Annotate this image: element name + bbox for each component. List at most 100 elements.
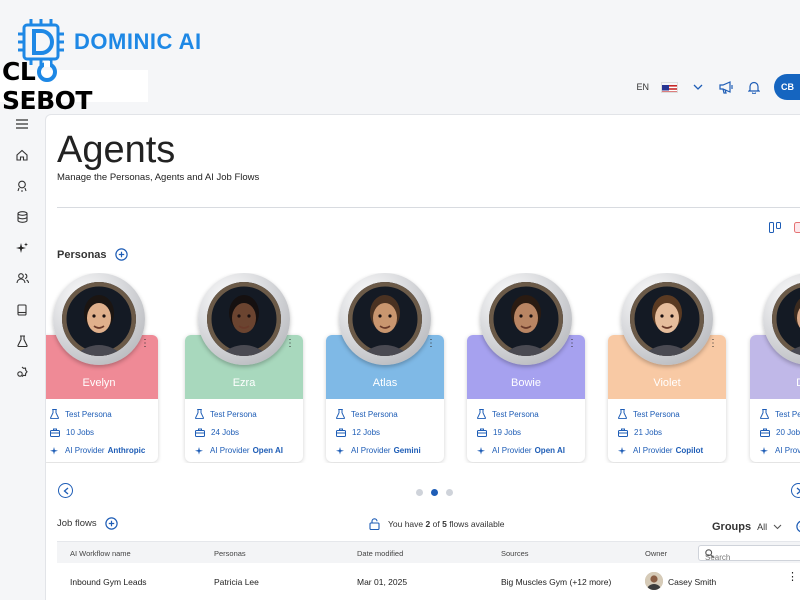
carousel-next-button[interactable]: [791, 483, 800, 498]
column-header[interactable]: AI Workflow name: [70, 549, 131, 558]
carousel-prev-button[interactable]: [58, 483, 73, 498]
carousel-dot-active[interactable]: [431, 489, 438, 496]
workflow-sources: Big Muscles Gym (+12 more): [501, 577, 612, 587]
sparkle-icon: [618, 446, 626, 455]
flask-icon[interactable]: [0, 325, 44, 356]
megaphone-icon[interactable]: [718, 79, 734, 95]
persona-carousel: Evelyn Test Persona 10 Jobs AI Provider …: [46, 273, 800, 463]
persona-name: Evelyn: [82, 377, 116, 389]
persona-avatar: [630, 282, 704, 356]
columns-view-icon[interactable]: [769, 222, 781, 233]
card-menu-icon[interactable]: ⋮: [285, 339, 295, 349]
flask-icon: [195, 409, 204, 419]
groups-select[interactable]: All: [757, 522, 767, 532]
language-code[interactable]: EN: [636, 82, 649, 92]
persona-avatar: [489, 282, 563, 356]
briefcase-icon: [760, 428, 770, 437]
persona-jobs: 10 Jobs: [66, 427, 95, 437]
personas-title: Personas: [57, 248, 107, 261]
persona-type-row: Test Persona: [185, 405, 303, 423]
column-header[interactable]: Personas: [214, 549, 246, 558]
persona-provider-row: AI Provider Gemini: [326, 441, 444, 459]
chevron-down-icon[interactable]: [690, 79, 706, 95]
persona-jobs-row: 24 Jobs: [185, 423, 303, 441]
user-avatar[interactable]: CB: [774, 74, 800, 100]
briefcase-icon: [618, 428, 628, 437]
column-header[interactable]: Sources: [501, 549, 529, 558]
persona-jobs: 21 Jobs: [634, 427, 663, 437]
persona-card[interactable]: Evelyn Test Persona 10 Jobs AI Provider …: [46, 273, 158, 463]
carousel-dot[interactable]: [446, 489, 453, 496]
persona-name: Ezra: [232, 377, 256, 389]
add-group-icon[interactable]: [796, 520, 800, 533]
persona-jobs-row: 20 Jobs: [750, 423, 800, 441]
briefcase-icon: [195, 428, 205, 437]
sparkle-icon: [195, 446, 203, 455]
robot-icon[interactable]: [0, 170, 44, 201]
jobflows-title: Job flows: [57, 518, 97, 529]
table-row[interactable]: Inbound Gym Leads Patricia Lee Mar 01, 2…: [57, 571, 800, 593]
persona-name: Violet: [653, 377, 681, 389]
column-header[interactable]: Date modified: [357, 549, 403, 558]
card-menu-icon[interactable]: ⋮: [567, 339, 577, 349]
persona-avatar: [207, 282, 281, 356]
sparkle-icon: [336, 446, 344, 455]
closebot-o-icon: [37, 61, 58, 82]
persona-name: Bowie: [511, 377, 541, 389]
lock-icon: [369, 518, 380, 530]
home-icon[interactable]: [0, 139, 44, 170]
page-title: Agents: [57, 129, 176, 171]
list-view-icon[interactable]: [794, 222, 800, 233]
sparkle-icon: [760, 446, 768, 455]
top-bar: EN CB: [636, 74, 800, 100]
persona-type: Test Persona: [65, 409, 112, 419]
bell-icon[interactable]: [746, 79, 762, 95]
persona-card[interactable]: Atlas Test Persona 12 Jobs AI Provider G…: [326, 273, 444, 463]
carousel-dot[interactable]: [416, 489, 423, 496]
page-subtitle: Manage the Personas, Agents and AI Job F…: [57, 172, 260, 183]
search-input[interactable]: Search: [698, 545, 800, 562]
provider-name: Gemini: [393, 445, 421, 455]
persona-provider-row: AI Provider: [750, 441, 800, 459]
persona-avatar-ring: [480, 273, 572, 365]
briefcase-icon: [477, 428, 487, 437]
badge-star-icon[interactable]: [0, 356, 44, 387]
card-menu-icon[interactable]: ⋮: [140, 339, 150, 349]
add-jobflow-icon[interactable]: [104, 517, 118, 530]
divider: [57, 207, 800, 208]
users-icon[interactable]: [0, 263, 44, 294]
card-menu-icon[interactable]: ⋮: [708, 339, 718, 349]
workflow-name[interactable]: Inbound Gym Leads: [70, 577, 147, 587]
menu-icon[interactable]: [0, 108, 44, 139]
closebot-logo: CLSEBOT: [0, 57, 148, 115]
personas-header: Personas: [57, 248, 128, 261]
persona-jobs: 12 Jobs: [352, 427, 381, 437]
persona-card[interactable]: Ezra Test Persona 24 Jobs AI Provider Op…: [185, 273, 303, 463]
persona-card[interactable]: Bowie Test Persona 19 Jobs AI Provider O…: [467, 273, 585, 463]
persona-type: Test Persona: [492, 409, 539, 419]
carousel-pagination: [416, 489, 453, 496]
briefcase-icon: [336, 428, 346, 437]
database-icon[interactable]: [0, 201, 44, 232]
row-menu-icon[interactable]: ⋮: [787, 572, 798, 583]
add-persona-icon[interactable]: [114, 248, 128, 261]
sidebar: [0, 108, 44, 387]
card-menu-icon[interactable]: ⋮: [426, 339, 436, 349]
groups-label: Groups: [712, 520, 752, 533]
column-header[interactable]: Owner: [645, 549, 667, 558]
us-flag-icon[interactable]: [661, 81, 678, 93]
provider-label: AI Provider: [351, 445, 391, 455]
persona-type: Test Persona: [351, 409, 398, 419]
persona-card[interactable]: Desn Test Persona 20 Jobs AI Provider ⋮: [750, 273, 800, 463]
provider-label: AI Provider: [65, 445, 105, 455]
persona-avatar: [772, 282, 800, 356]
chevron-down-icon[interactable]: [773, 524, 782, 530]
book-icon[interactable]: [0, 294, 44, 325]
sparkle-icon[interactable]: [0, 232, 44, 263]
provider-label: AI Provider: [775, 445, 800, 455]
persona-card[interactable]: Violet Test Persona 21 Jobs AI Provider …: [608, 273, 726, 463]
persona-avatar: [348, 282, 422, 356]
provider-name: Open AI: [252, 445, 283, 455]
sparkle-icon: [477, 446, 485, 455]
persona-provider-row: AI Provider Anthropic: [46, 441, 158, 459]
